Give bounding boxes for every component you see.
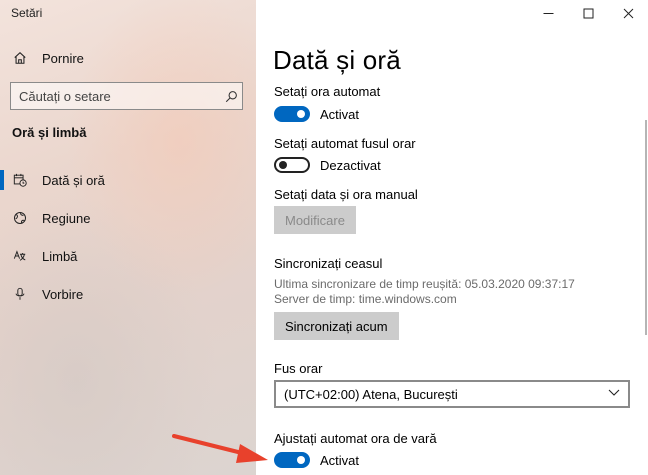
minimize-icon (543, 12, 553, 14)
app-title: Setări (11, 6, 43, 20)
page-title: Dată și oră (273, 45, 401, 75)
scrollbar[interactable] (645, 120, 647, 335)
timezone-value: (UTC+02:00) Atena, București (284, 386, 458, 402)
auto-time-toggle-row: Activat (274, 106, 359, 122)
dst-label: Ajustați automat ora de vară (274, 431, 437, 446)
maximize-button[interactable] (568, 0, 608, 26)
auto-time-label: Setați ora automat (274, 84, 381, 99)
auto-timezone-state: Dezactivat (320, 157, 381, 173)
time-server-text: Server de timp: time.windows.com (274, 292, 457, 306)
sidebar-item-label: Regiune (42, 210, 91, 226)
sync-now-button[interactable]: Sincronizați acum (274, 312, 399, 340)
dst-toggle[interactable] (274, 452, 310, 468)
maximize-icon (583, 8, 593, 18)
home-button[interactable]: Pornire (0, 40, 256, 76)
manual-time-label: Setați data și ora manual (274, 187, 418, 202)
close-button[interactable] (608, 0, 648, 26)
auto-timezone-toggle[interactable] (274, 157, 310, 173)
sync-label: Sincronizați ceasul (274, 256, 383, 271)
toggle-knob (297, 110, 305, 118)
auto-time-toggle[interactable] (274, 106, 310, 122)
home-label: Pornire (42, 50, 84, 66)
annotation-arrow-icon (172, 434, 268, 463)
search-input[interactable] (11, 88, 220, 104)
globe-icon (12, 210, 28, 226)
sidebar-item-language[interactable]: Limbă (0, 238, 256, 274)
language-icon (12, 248, 28, 264)
dst-toggle-row: Activat (274, 452, 359, 468)
auto-timezone-toggle-row: Dezactivat (274, 157, 381, 173)
last-sync-text: Ultima sincronizare de timp reușită: 05.… (274, 277, 575, 291)
auto-timezone-label: Setați automat fusul orar (274, 136, 416, 151)
timezone-label: Fus orar (274, 361, 323, 376)
section-label: Oră și limbă (12, 125, 87, 140)
sidebar: Setări Pornire Oră și limbă Dată și oră … (0, 0, 256, 475)
chevron-down-icon (608, 385, 620, 403)
sidebar-item-date-time[interactable]: Dată și oră (0, 162, 256, 198)
dst-state: Activat (320, 452, 360, 468)
window-controls (528, 0, 648, 28)
toggle-knob (297, 456, 305, 464)
auto-time-state: Activat (320, 106, 360, 122)
search-box[interactable] (10, 82, 243, 110)
sidebar-item-region[interactable]: Regiune (0, 200, 256, 236)
search-icon[interactable] (220, 90, 242, 103)
sidebar-item-label: Vorbire (42, 286, 84, 302)
sidebar-item-label: Limbă (42, 248, 78, 264)
toggle-knob (279, 161, 287, 169)
timezone-dropdown[interactable]: (UTC+02:00) Atena, București (274, 380, 630, 408)
main-panel: Dată și oră Setați ora automat Activat S… (256, 0, 648, 475)
close-icon (623, 8, 633, 18)
minimize-button[interactable] (528, 0, 568, 26)
change-button[interactable]: Modificare (274, 206, 356, 234)
sidebar-item-speech[interactable]: Vorbire (0, 276, 256, 312)
home-icon (12, 50, 28, 66)
sidebar-item-label: Dată și oră (42, 172, 105, 188)
calendar-clock-icon (12, 172, 28, 188)
microphone-icon (12, 286, 28, 302)
